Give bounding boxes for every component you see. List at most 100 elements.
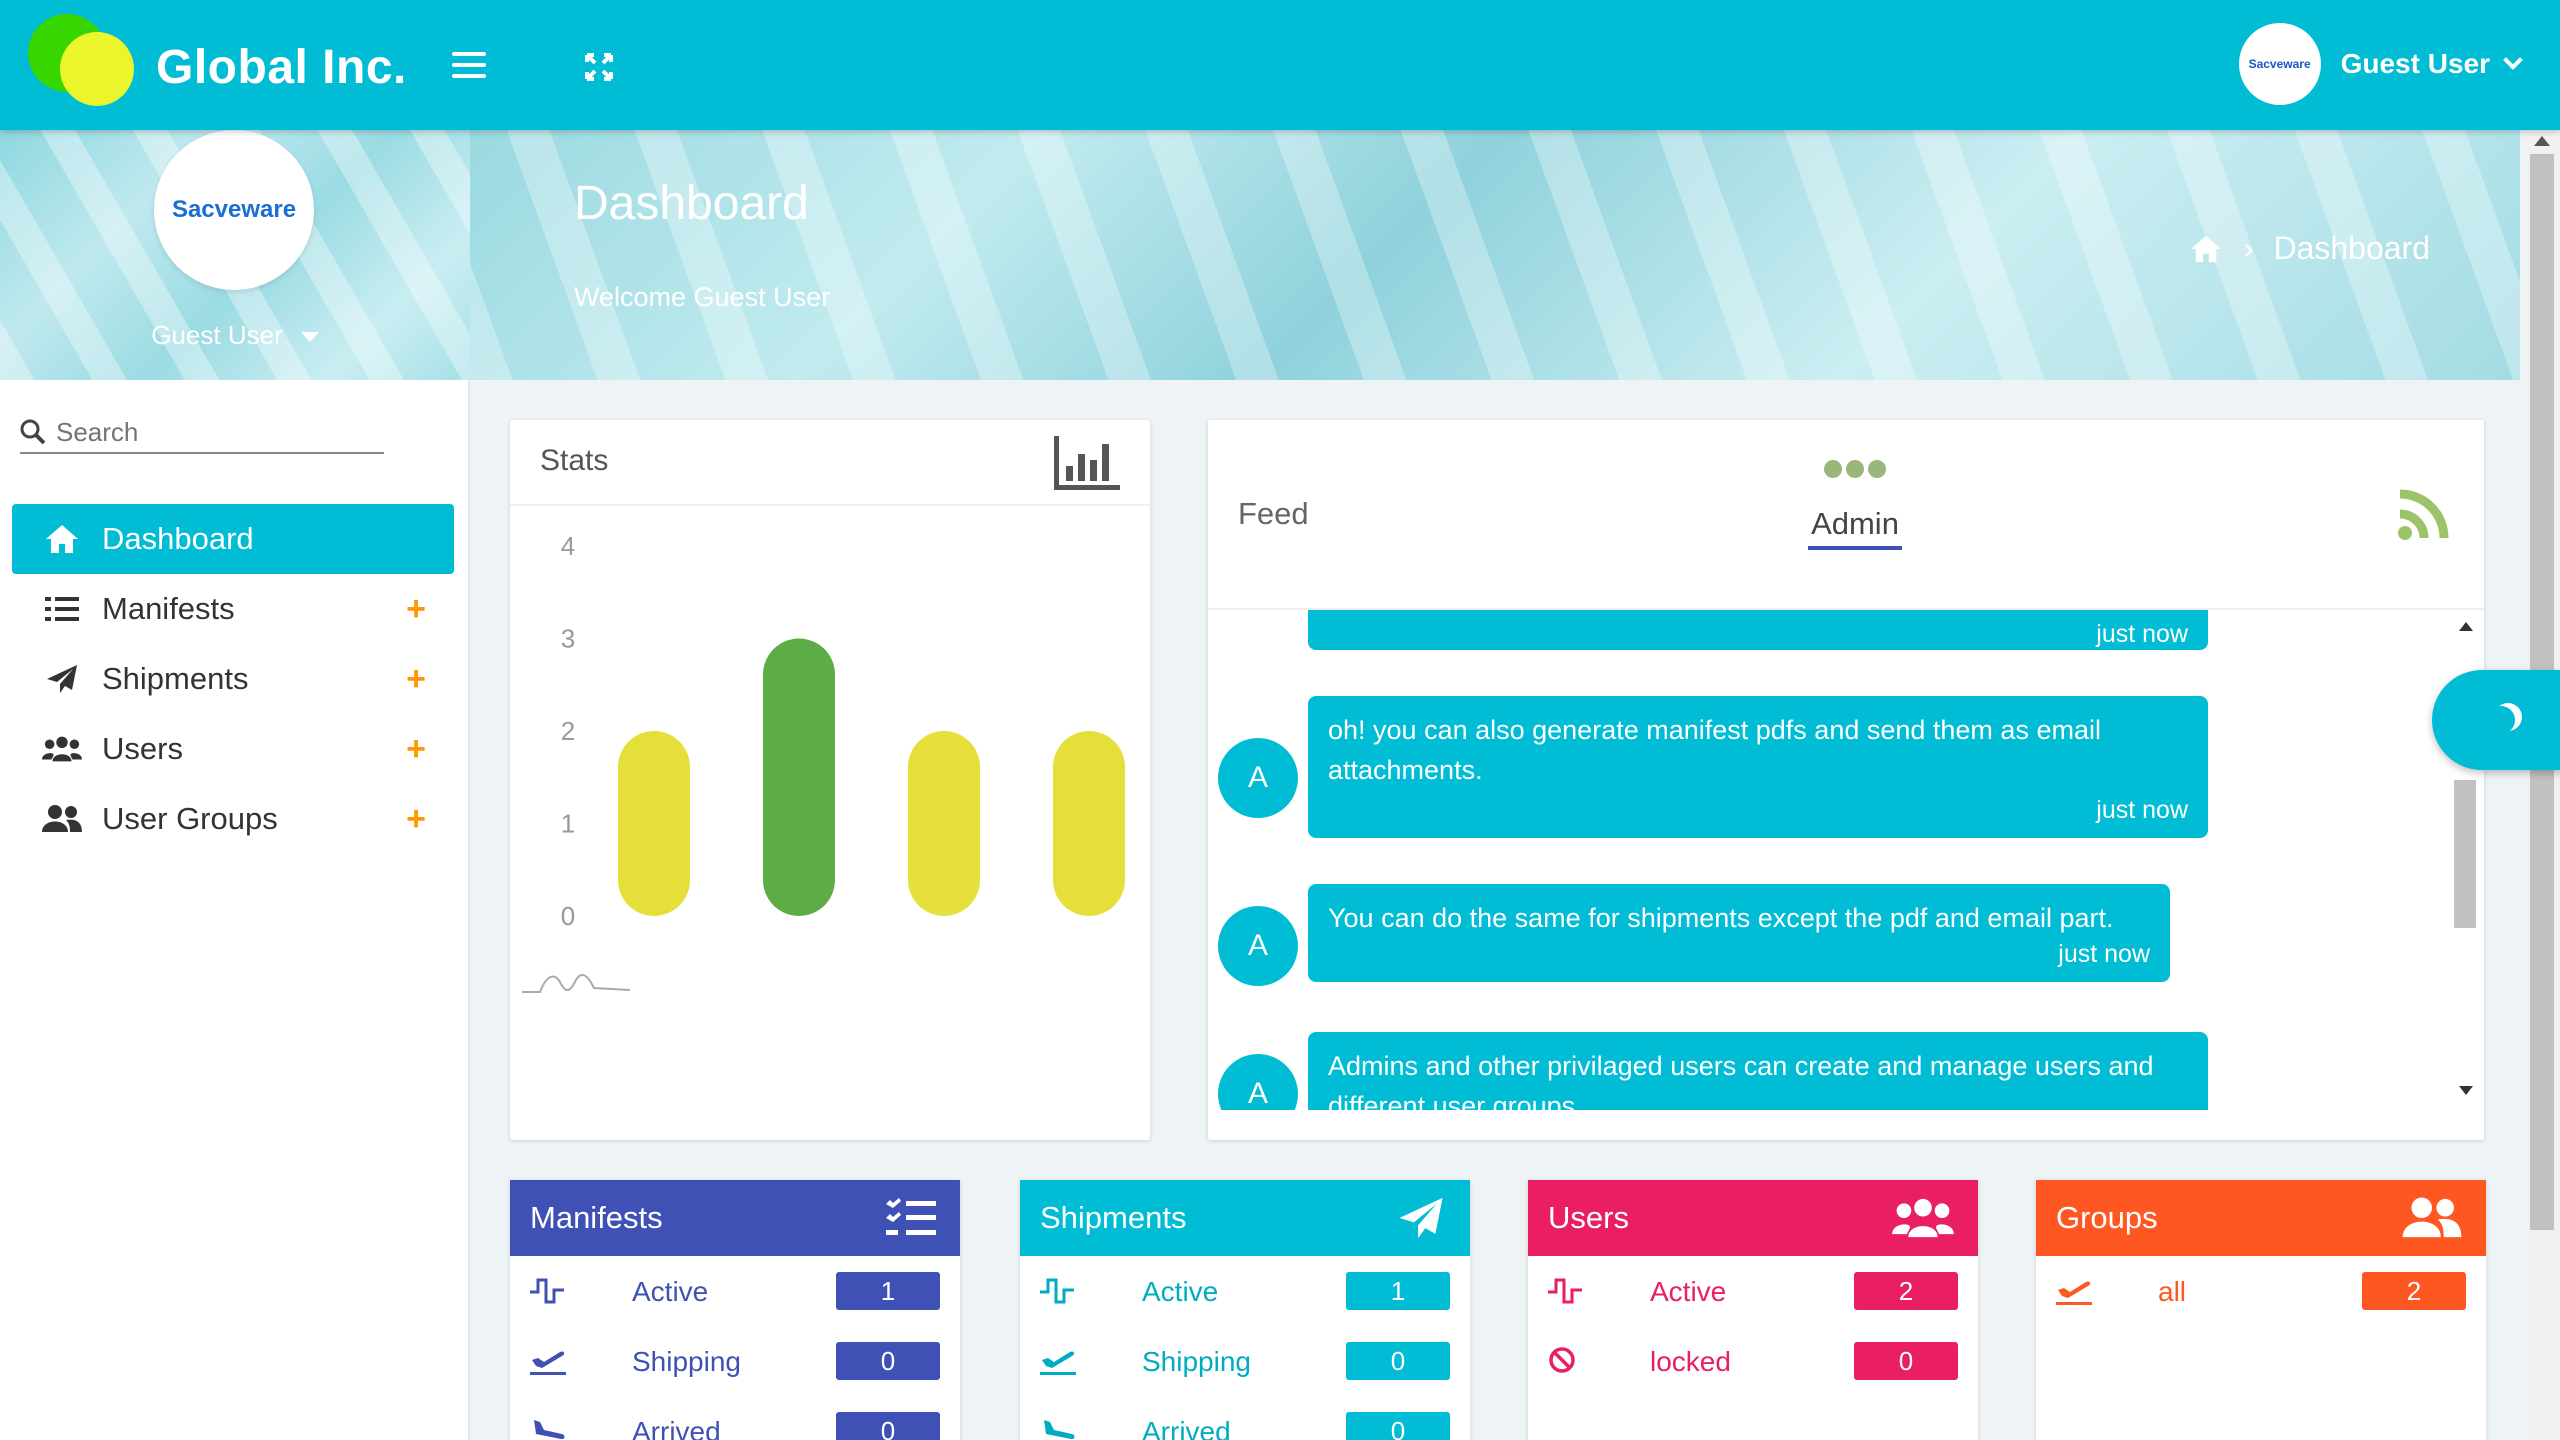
plane-arrival-icon [1044,1420,1075,1440]
count-badge: 0 [1346,1342,1450,1380]
users-summary-card: Users Active 2 locked 0 [1528,1180,1978,1440]
rss-icon [2396,484,2454,547]
plane-arrival-icon [534,1420,565,1440]
chevron-down-icon [2503,50,2523,70]
chart-bar[interactable] [1053,731,1125,916]
chart-legend-icon [522,973,631,993]
count-badge: 1 [1346,1272,1450,1310]
fullscreen-icon[interactable] [584,52,614,82]
sidebar-nav: Dashboard Manifests + Shipments + Users … [12,504,454,854]
count-badge: 0 [1854,1342,1958,1380]
page-title: Dashboard [574,177,809,230]
list-item[interactable]: all 2 [2036,1256,2486,1326]
count-badge: 0 [836,1342,940,1380]
caret-down-icon [300,332,319,343]
theme-toggle-button[interactable] [2432,670,2560,770]
user-group-icon [42,799,82,839]
y-tick-label: 1 [561,809,575,839]
feed-messages[interactable]: just now A oh! you can also generate man… [1208,610,2438,1110]
user-avatar: Sacveware [2238,23,2321,105]
groups-card-header: Groups [2036,1180,2486,1256]
search-icon [20,419,46,445]
y-tick-label: 0 [561,901,575,931]
stats-card: Stats 0 1 2 3 4 [510,420,1150,1140]
tab-admin[interactable]: Admin [1808,460,1902,550]
brand-name[interactable]: Global Inc. [156,40,407,95]
sidebar: Sacveware Guest User Dashboard Manifests… [0,130,470,1440]
sidebar-item-user-groups[interactable]: User Groups + [12,784,454,854]
y-tick-label: 3 [561,624,575,654]
users-card-header: Users [1528,1180,1978,1256]
count-badge: 0 [836,1412,940,1440]
sidebar-item-manifests[interactable]: Manifests + [12,574,454,644]
expand-plus-icon[interactable]: + [406,802,426,836]
user-name: Guest User [2340,48,2490,79]
feed-message: just now [1308,610,2208,650]
y-tick-label: 2 [561,716,575,746]
sidebar-profile: Sacveware Guest User [0,130,470,380]
list-icon [42,589,82,629]
count-badge: 1 [836,1272,940,1310]
page-scrollbar[interactable] [2524,130,2560,1440]
search-input[interactable] [56,416,356,448]
paper-plane-icon [42,659,82,699]
home-icon [42,519,82,559]
bar-chart-icon [1054,436,1120,495]
list-item[interactable]: Active 2 [1528,1256,1978,1326]
pulse-icon [1040,1278,1074,1304]
top-navbar: Global Inc. Sacveware Guest User [0,0,2560,130]
chart-bar[interactable] [908,731,980,916]
expand-plus-icon[interactable]: + [406,592,426,626]
users-icon [42,729,82,769]
paper-plane-icon [1399,1197,1443,1239]
plane-departure-icon [530,1351,566,1375]
list-item[interactable]: Active 1 [1020,1256,1470,1326]
brand-logo[interactable] [28,14,138,106]
shipments-card-header: Shipments [1020,1180,1470,1256]
message-avatar: A [1218,1054,1298,1110]
user-group-icon [2402,1197,2462,1238]
list-item[interactable]: Active 1 [510,1256,960,1326]
company-logo: Sacveware [154,130,314,290]
shipments-summary-card: Shipments Active 1 Shipping 0 Arrived 0 [1020,1180,1470,1440]
count-badge: 2 [1854,1272,1958,1310]
sidebar-item-dashboard[interactable]: Dashboard [12,504,454,574]
list-item[interactable]: locked 0 [1528,1326,1978,1396]
y-tick-label: 4 [561,531,575,561]
sidebar-item-users[interactable]: Users + [12,714,454,784]
list-item[interactable]: Arrived 0 [1020,1396,1470,1440]
moon-icon [2487,706,2515,734]
list-item[interactable]: Shipping 0 [1020,1326,1470,1396]
feed-message: Admins and other privilaged users can cr… [1308,1032,2208,1110]
manifests-summary-card: Manifests Active 1 Shipping 0 Arrived 0 [510,1180,960,1440]
sidebar-user-dropdown[interactable]: Guest User [0,320,470,351]
message-avatar: A [1218,738,1298,818]
chart-bar[interactable] [763,638,835,917]
menu-toggle-icon[interactable] [452,52,486,80]
list-item[interactable]: Shipping 0 [510,1326,960,1396]
stats-bar-chart: 0 1 2 3 4 [522,531,1125,993]
expand-plus-icon[interactable]: + [406,662,426,696]
page-header: Dashboard Welcome Guest User › Dashboard [470,130,2520,380]
users-icon [1892,1198,1954,1238]
ban-icon [1549,1347,1575,1373]
list-item[interactable]: Arrived 0 [510,1396,960,1440]
chart-bar[interactable] [618,731,690,916]
breadcrumb-current: Dashboard [2273,230,2430,266]
user-menu-dropdown[interactable]: Sacveware Guest User [2238,22,2523,106]
chevron-right-icon: › [2244,232,2254,264]
pulse-icon [530,1278,564,1304]
expand-plus-icon[interactable]: + [406,732,426,766]
feed-card: Feed Admin just now A oh! you can also g… [1208,420,2484,1140]
sidebar-search[interactable] [20,412,384,454]
count-badge: 0 [1346,1412,1450,1440]
feed-title: Feed [1238,496,1309,531]
plane-departure-icon [2056,1281,2092,1305]
manifests-card-header: Manifests [510,1180,960,1256]
sidebar-item-shipments[interactable]: Shipments + [12,644,454,714]
list-icon [886,1198,936,1235]
home-icon[interactable] [2188,234,2224,264]
more-dots-icon [1808,460,1902,478]
feed-message: oh! you can also generate manifest pdfs … [1308,696,2208,838]
plane-departure-icon [1040,1351,1076,1375]
